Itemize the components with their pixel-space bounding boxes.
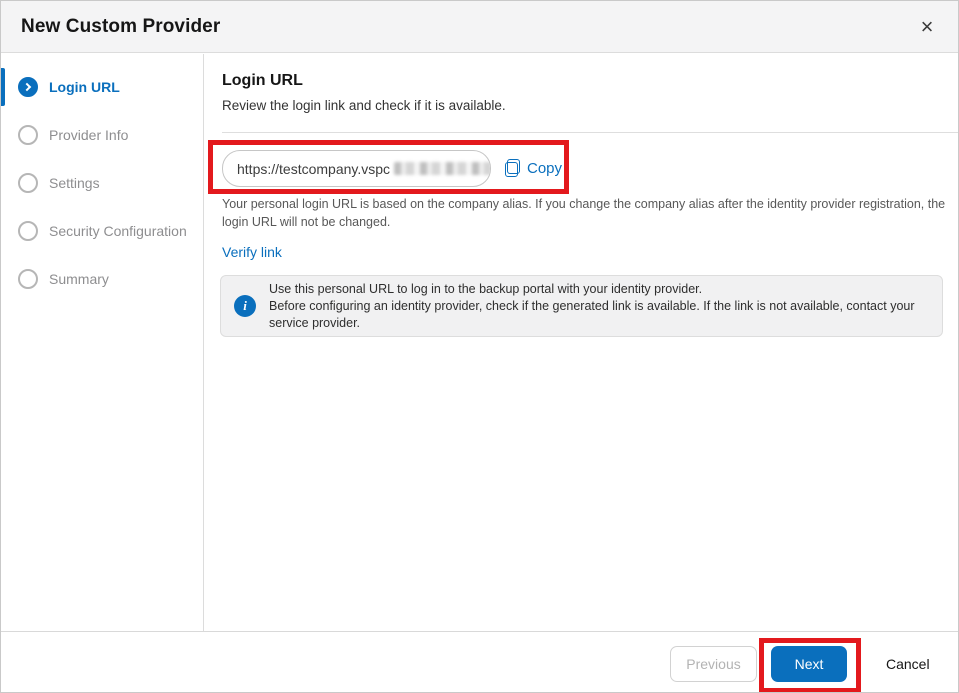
step-security-configuration[interactable]: Security Configuration xyxy=(1,207,203,255)
cancel-button[interactable]: Cancel xyxy=(878,646,938,682)
divider xyxy=(222,132,958,133)
copy-button[interactable]: Copy xyxy=(505,153,562,183)
page-subtitle: Review the login link and check if it is… xyxy=(222,98,506,113)
step-label: Provider Info xyxy=(49,127,129,143)
step-provider-info[interactable]: Provider Info xyxy=(1,111,203,159)
step-login-url[interactable]: Login URL xyxy=(1,63,203,111)
step-label: Settings xyxy=(49,175,100,191)
dialog-header: New Custom Provider × xyxy=(1,1,958,53)
close-icon[interactable]: × xyxy=(912,12,942,42)
step-label: Login URL xyxy=(49,79,120,95)
info-line-1: Use this personal URL to log in to the b… xyxy=(269,281,703,296)
step-content-login-url: Login URL Review the login link and chec… xyxy=(205,54,958,631)
previous-button[interactable]: Previous xyxy=(670,646,757,682)
step-label: Summary xyxy=(49,271,109,287)
redacted-url-segment xyxy=(394,162,490,175)
info-box: i Use this personal URL to log in to the… xyxy=(220,275,943,337)
copy-icon xyxy=(505,159,520,177)
step-circle-icon xyxy=(18,173,38,193)
active-step-indicator xyxy=(1,68,5,106)
step-circle-icon xyxy=(18,269,38,289)
chevron-right-icon xyxy=(22,82,32,92)
step-label: Security Configuration xyxy=(49,223,187,239)
info-line-2: Before configuring an identity provider,… xyxy=(269,298,915,330)
next-button[interactable]: Next xyxy=(771,646,847,682)
info-box-text: Use this personal URL to log in to the b… xyxy=(269,281,942,332)
page-title: Login URL xyxy=(222,72,303,89)
step-settings[interactable]: Settings xyxy=(1,159,203,207)
url-note-text: Your personal login URL is based on the … xyxy=(222,197,946,229)
new-custom-provider-dialog: New Custom Provider × Login URL Provider… xyxy=(0,0,959,693)
login-url-field[interactable]: https://testcompany.vspc xyxy=(222,150,491,187)
step-circle-icon xyxy=(18,125,38,145)
dialog-footer: Previous Next Cancel xyxy=(1,631,958,692)
login-url-value: https://testcompany.vspc xyxy=(237,160,391,177)
verify-link[interactable]: Verify link xyxy=(222,244,282,260)
copy-button-label: Copy xyxy=(527,159,563,177)
step-circle-icon xyxy=(18,221,38,241)
step-summary[interactable]: Summary xyxy=(1,255,203,303)
dialog-title: New Custom Provider xyxy=(21,15,221,37)
step-active-icon xyxy=(18,77,38,97)
wizard-steps-sidebar: Login URL Provider Info Settings Securit… xyxy=(1,54,204,631)
info-icon: i xyxy=(234,295,256,317)
